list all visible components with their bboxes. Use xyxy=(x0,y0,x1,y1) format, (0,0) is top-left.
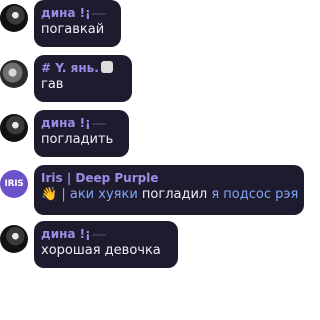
author-name[interactable]: дина !¡ xyxy=(41,115,121,131)
name-decoration-icon xyxy=(91,115,106,125)
name-decoration-icon xyxy=(91,226,106,236)
author-name[interactable]: дина !¡ xyxy=(41,5,113,21)
message-bubble: # Y. янь. гав xyxy=(34,55,132,102)
message-text: погладить xyxy=(41,132,114,147)
message-bubble: дина !¡ погавкай xyxy=(34,0,121,47)
message-bubble: дина !¡ погладить xyxy=(34,110,129,157)
avatar[interactable] xyxy=(0,4,28,32)
cat-icon xyxy=(100,61,113,73)
name-decoration-icon xyxy=(91,5,106,15)
waving-hand-icon: 👋 xyxy=(41,187,58,202)
author-name[interactable]: # Y. янь. xyxy=(41,60,124,76)
message-text: гав xyxy=(41,77,64,92)
mention[interactable]: аки хуяки xyxy=(70,187,138,202)
message-bubble: Iris | Deep Purple 👋 | аки хуяки поглади… xyxy=(34,165,304,215)
message-bubble: дина !¡ хорошая девочка xyxy=(34,221,178,268)
avatar[interactable] xyxy=(0,60,28,88)
author-name[interactable]: дина !¡ xyxy=(41,226,170,242)
message-text: 👋 | аки хуяки погладил я подсос рэя xyxy=(41,187,299,202)
avatar[interactable]: IRIS xyxy=(0,170,28,198)
message-text: погавкай xyxy=(41,22,105,37)
mention[interactable]: я подсос рэя xyxy=(211,187,298,202)
message-text: хорошая девочка xyxy=(41,243,161,258)
avatar[interactable] xyxy=(0,225,28,253)
avatar[interactable] xyxy=(0,114,28,142)
author-name[interactable]: Iris | Deep Purple xyxy=(41,170,296,186)
